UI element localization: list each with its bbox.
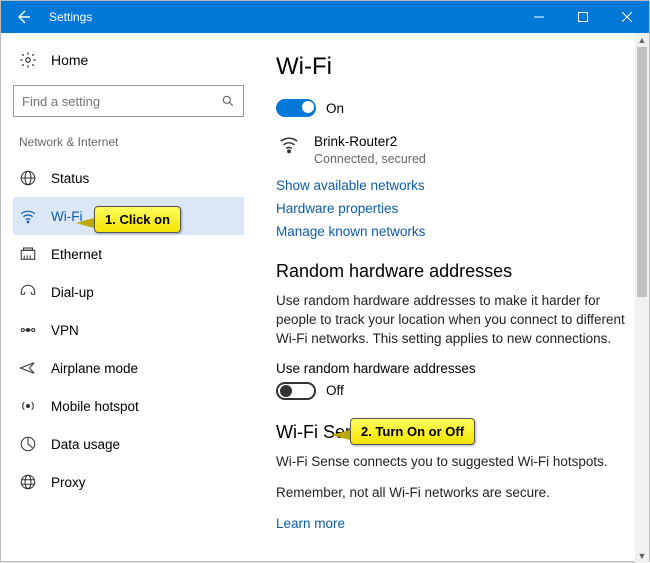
search-input-container[interactable] (13, 85, 244, 117)
callout-1: 1. Click on (94, 206, 181, 233)
network-status: Connected, secured (314, 151, 426, 168)
wifi-icon (19, 207, 37, 225)
random-hw-description: Use random hardware addresses to make it… (276, 292, 627, 349)
scroll-down-icon[interactable]: ▼ (635, 549, 649, 563)
current-network[interactable]: Brink-Router2 Connected, secured (276, 133, 627, 168)
callout-arrow-2 (331, 430, 350, 440)
titlebar: Settings (1, 1, 649, 33)
sidebar-item-label: Ethernet (51, 247, 102, 262)
sidebar-item-status[interactable]: Status (13, 159, 244, 197)
wifi-toggle[interactable] (276, 99, 316, 117)
network-name: Brink-Router2 (314, 133, 426, 151)
scrollbar-thumb[interactable] (637, 47, 647, 297)
scroll-up-icon[interactable]: ▲ (635, 33, 649, 47)
minimize-button[interactable] (517, 1, 561, 33)
sidebar-item-hotspot[interactable]: Mobile hotspot (13, 387, 244, 425)
hotspot-icon (19, 397, 37, 415)
search-icon (221, 94, 235, 108)
sidebar-home-button[interactable]: Home (13, 43, 244, 79)
wifi-sense-line1: Wi-Fi Sense connects you to suggested Wi… (276, 453, 627, 472)
random-hw-toggle-label: Use random hardware addresses (276, 361, 627, 376)
main-content: Wi-Fi On Brink-Router2 Connected, secure… (256, 33, 649, 563)
sidebar-item-label: Proxy (51, 475, 86, 490)
sidebar-home-label: Home (51, 52, 88, 68)
sidebar-item-label: Data usage (51, 437, 120, 452)
dialup-icon (19, 283, 37, 301)
page-title: Wi-Fi (276, 53, 627, 81)
globe-icon (19, 169, 37, 187)
airplane-icon (19, 359, 37, 377)
vertical-scrollbar[interactable]: ▲ ▼ (635, 33, 649, 563)
sidebar-item-label: Mobile hotspot (51, 399, 139, 414)
sidebar-group-label: Network & Internet (13, 131, 244, 159)
maximize-button[interactable] (561, 1, 605, 33)
sidebar-item-label: Status (51, 171, 89, 186)
search-input[interactable] (22, 94, 221, 109)
window-title: Settings (45, 10, 517, 24)
arrow-left-icon (15, 9, 31, 25)
minimize-icon (534, 12, 544, 22)
sidebar: Home Network & Internet Status Wi-Fi Eth… (1, 33, 256, 563)
sidebar-item-airplane[interactable]: Airplane mode (13, 349, 244, 387)
wifi-sense-line2: Remember, not all Wi-Fi networks are sec… (276, 484, 627, 503)
sidebar-item-vpn[interactable]: VPN (13, 311, 244, 349)
gear-icon (19, 51, 37, 69)
maximize-icon (578, 12, 588, 22)
link-show-networks[interactable]: Show available networks (276, 178, 627, 193)
datausage-icon (19, 435, 37, 453)
wifi-signal-icon (276, 133, 302, 160)
random-hw-heading: Random hardware addresses (276, 261, 627, 282)
back-button[interactable] (1, 1, 45, 33)
close-button[interactable] (605, 1, 649, 33)
link-manage-known[interactable]: Manage known networks (276, 224, 627, 239)
proxy-icon (19, 473, 37, 491)
ethernet-icon (19, 245, 37, 263)
sidebar-item-label: Airplane mode (51, 361, 138, 376)
sidebar-item-label: VPN (51, 323, 79, 338)
wifi-toggle-label: On (326, 101, 344, 116)
sidebar-item-datausage[interactable]: Data usage (13, 425, 244, 463)
sidebar-item-dialup[interactable]: Dial-up (13, 273, 244, 311)
vpn-icon (19, 321, 37, 339)
sidebar-item-ethernet[interactable]: Ethernet (13, 235, 244, 273)
callout-2: 2. Turn On or Off (350, 418, 475, 445)
sidebar-item-label: Dial-up (51, 285, 94, 300)
callout-arrow-1 (76, 218, 94, 228)
link-hardware-properties[interactable]: Hardware properties (276, 201, 627, 216)
random-hw-toggle[interactable] (276, 382, 316, 400)
link-learn-more[interactable]: Learn more (276, 516, 345, 531)
sidebar-item-proxy[interactable]: Proxy (13, 463, 244, 501)
random-hw-toggle-state: Off (326, 383, 344, 398)
close-icon (622, 12, 632, 22)
